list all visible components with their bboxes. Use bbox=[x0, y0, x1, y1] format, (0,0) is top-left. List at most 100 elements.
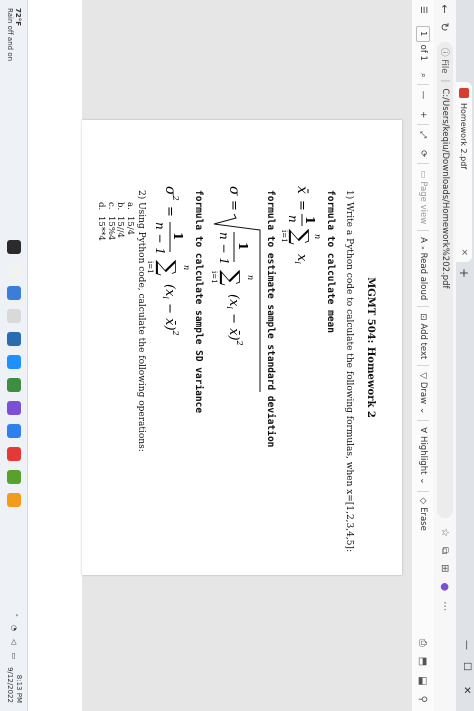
search-icon[interactable] bbox=[7, 263, 21, 277]
erase-button[interactable]: ◇ Erase bbox=[418, 492, 428, 537]
svg-text:n: n bbox=[246, 275, 255, 280]
taskbar-apps bbox=[7, 240, 21, 507]
formula-1-label: formula to calculate mean bbox=[325, 190, 336, 333]
tab-title: Homework 2.pdf bbox=[459, 103, 469, 170]
list-item: c.15%4 bbox=[106, 202, 116, 241]
weather-text: Rain off and on bbox=[6, 8, 14, 62]
svg-text:σ: σ bbox=[226, 186, 242, 196]
tab-homework-pdf[interactable]: Homework 2.pdf × bbox=[456, 82, 472, 262]
favorite-star-icon[interactable]: ☆ bbox=[440, 528, 451, 537]
question-2: 2) Using Python code, calculate the foll… bbox=[136, 190, 146, 452]
task-view-icon[interactable] bbox=[7, 309, 21, 323]
page-total: of 1 bbox=[418, 44, 428, 61]
document-title: MGMT 504: Homework 2 bbox=[365, 277, 376, 418]
svg-text:σ2: σ2 bbox=[162, 186, 180, 201]
svg-text:(xi − x̄)2: (xi − x̄)2 bbox=[161, 284, 180, 336]
tab-close-button[interactable]: × bbox=[459, 248, 469, 256]
refresh-icon[interactable]: ↻ bbox=[439, 18, 452, 36]
save-icon[interactable]: ⬒ bbox=[418, 657, 429, 666]
mail-icon[interactable] bbox=[7, 355, 21, 369]
back-arrow-icon[interactable]: ← bbox=[439, 0, 452, 18]
question-1: 1) Write a Python code to calculate the … bbox=[344, 190, 354, 552]
highlight-button[interactable]: ∀ Highlight ⌄ bbox=[418, 421, 428, 490]
svg-text:n: n bbox=[286, 215, 300, 223]
svg-text:∑: ∑ bbox=[287, 229, 312, 245]
wifi-icon[interactable]: ◔ bbox=[10, 625, 18, 631]
svg-text:n − 1: n − 1 bbox=[153, 222, 167, 255]
page-number-input[interactable]: 1 bbox=[416, 25, 430, 42]
svg-text:i=1: i=1 bbox=[146, 261, 154, 274]
svg-text:=: = bbox=[162, 206, 177, 217]
address-bar: ← ↻ ⓘ File | C:/Users/keqiu/Downloads/Ho… bbox=[433, 0, 456, 711]
word-icon[interactable] bbox=[7, 424, 21, 438]
chrome-icon[interactable] bbox=[7, 447, 21, 461]
contents-toggle-button[interactable]: ☰ bbox=[418, 0, 428, 20]
collections-icon[interactable]: ⊞ bbox=[440, 564, 451, 572]
mean-formula: x̄ = 1 n n ∑ i=1 xi bbox=[280, 186, 322, 264]
file-info-chip[interactable]: ⓘ File bbox=[439, 48, 451, 73]
svg-text:=: = bbox=[294, 200, 309, 211]
taskbar: 72°F Rain off and on ˄ ◔ ◁ ▭ 8:13 PM 9/1… bbox=[0, 0, 28, 711]
svg-text:1: 1 bbox=[171, 232, 185, 240]
zoom-in-button[interactable]: + bbox=[418, 105, 428, 124]
draw-button[interactable]: ▽ Draw ⌄ bbox=[418, 366, 428, 420]
operations-list: a.15/4 b.15//4 c.15%4 d.15**4 bbox=[96, 202, 136, 241]
svg-text:=: = bbox=[226, 200, 241, 211]
print-icon[interactable]: ⎙ bbox=[418, 639, 429, 647]
svg-text:n: n bbox=[182, 265, 191, 270]
read-aloud-button[interactable]: A» Read aloud bbox=[418, 231, 428, 306]
teams-icon[interactable] bbox=[7, 401, 21, 415]
pdf-viewer[interactable]: MGMT 504: Homework 2 1) Write a Python c… bbox=[82, 0, 412, 711]
more-menu-icon[interactable]: ⋯ bbox=[440, 601, 451, 611]
search-icon[interactable]: ⌕ bbox=[418, 67, 428, 84]
extensions-icon[interactable]: ⧉ bbox=[440, 547, 451, 554]
volume-icon[interactable]: ◁ bbox=[10, 639, 18, 644]
page-indicator: 1 of 1 bbox=[416, 20, 430, 67]
formula-2-label: formula to estimate sample standard devi… bbox=[265, 190, 276, 448]
maximize-button[interactable]: ☐ bbox=[461, 662, 472, 671]
weather-temp: 72°F bbox=[14, 8, 22, 27]
list-item: a.15/4 bbox=[125, 202, 135, 236]
rotate-button[interactable]: ⟳ bbox=[418, 144, 428, 163]
fit-page-button[interactable]: ⤢ bbox=[418, 125, 428, 144]
close-window-button[interactable]: ✕ bbox=[461, 686, 472, 694]
svg-text:∑: ∑ bbox=[154, 260, 179, 276]
start-icon[interactable] bbox=[7, 240, 21, 254]
url-field[interactable]: ⓘ File | C:/Users/keqiu/Downloads/Homewo… bbox=[437, 42, 453, 518]
svg-text:x̄: x̄ bbox=[294, 186, 310, 194]
list-item: d.15**4 bbox=[96, 202, 107, 241]
svg-text:∑: ∑ bbox=[218, 270, 243, 286]
save-as-icon[interactable]: ⬓ bbox=[418, 676, 429, 685]
zoom-out-button[interactable]: — bbox=[418, 85, 428, 106]
edge-browser-icon[interactable] bbox=[7, 332, 21, 346]
pdf-icon bbox=[459, 88, 469, 98]
svg-text:1: 1 bbox=[236, 242, 250, 250]
page-view-button[interactable]: ▭ Page view bbox=[418, 164, 428, 230]
clock[interactable]: 8:13 PM 9/12/2022 bbox=[5, 667, 23, 703]
files-icon[interactable] bbox=[7, 493, 21, 507]
svg-text:n − 1: n − 1 bbox=[217, 232, 231, 265]
battery-icon[interactable]: ▭ bbox=[10, 652, 18, 659]
std-dev-formula: σ = 1 n − 1 n ∑ i=1 (xi − x̄)2 bbox=[210, 186, 261, 392]
excel-icon[interactable] bbox=[7, 378, 21, 392]
profile-icon[interactable]: ● bbox=[440, 583, 451, 592]
chat-icon[interactable] bbox=[7, 286, 21, 300]
formula-3-label: formula to calculate sample SD variance bbox=[193, 190, 204, 414]
list-item: b.15//4 bbox=[115, 202, 126, 238]
tab-bar: Homework 2.pdf × + — ☐ ✕ bbox=[455, 0, 474, 711]
add-text-button[interactable]: ⊡ Add text bbox=[418, 307, 428, 365]
spotify-icon[interactable] bbox=[7, 470, 21, 484]
pdf-toolbar: ☰ 1 of 1 ⌕ — + ⤢ ⟳ ▭ Page view A» Read a… bbox=[411, 0, 434, 711]
svg-text:(xi − x̄)2: (xi − x̄)2 bbox=[225, 294, 244, 346]
pdf-page: MGMT 504: Homework 2 1) Write a Python c… bbox=[82, 120, 402, 575]
svg-text:i=1: i=1 bbox=[280, 230, 288, 243]
svg-text:xi: xi bbox=[293, 254, 309, 264]
weather-widget[interactable]: 72°F Rain off and on bbox=[6, 8, 22, 61]
system-tray: ˄ ◔ ◁ ▭ 8:13 PM 9/12/2022 bbox=[5, 613, 23, 703]
new-tab-button[interactable]: + bbox=[457, 268, 471, 278]
pin-toolbar-icon[interactable]: ⚲ bbox=[418, 696, 429, 703]
variance-formula: σ2 = 1 n − 1 n ∑ i=1 (xi − x̄)2 bbox=[146, 186, 191, 336]
minimize-button[interactable]: — bbox=[461, 640, 472, 650]
svg-text:i=1: i=1 bbox=[210, 271, 218, 284]
chevron-up-icon[interactable]: ˄ bbox=[10, 613, 18, 617]
